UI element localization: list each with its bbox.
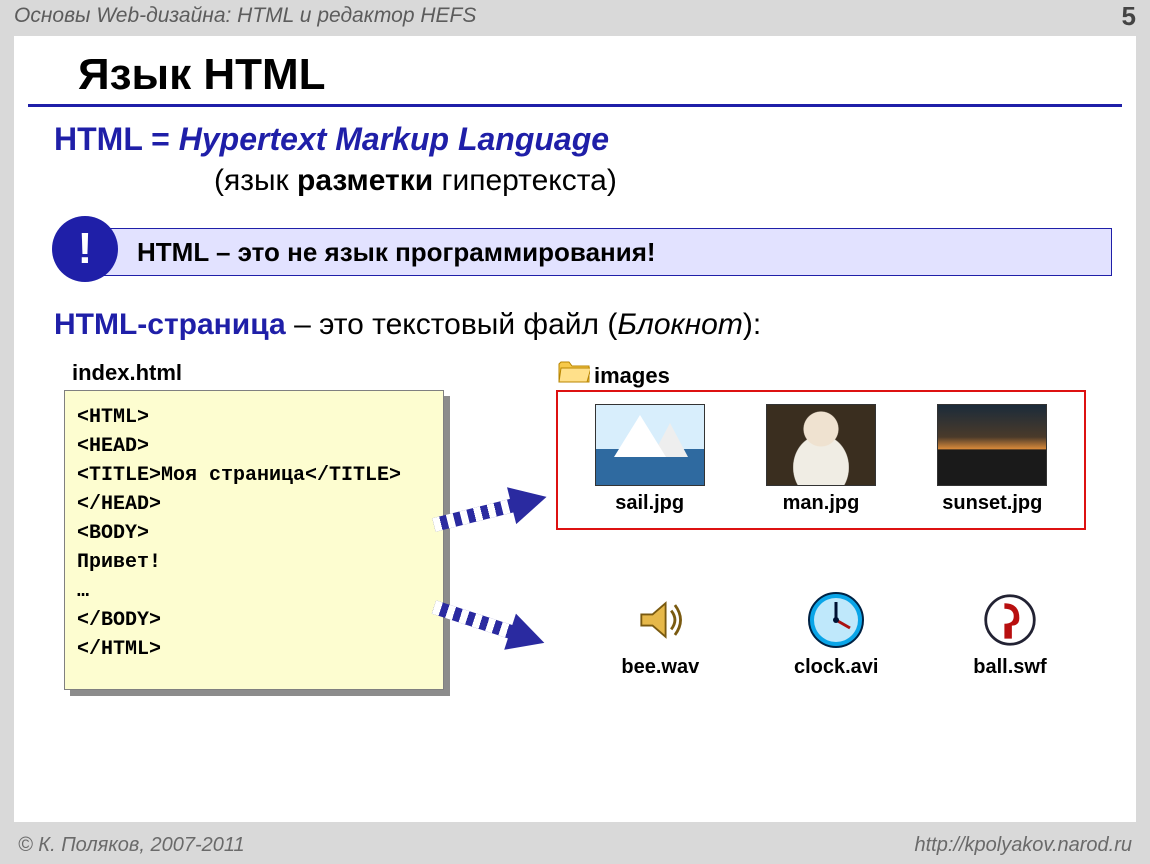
clock-icon	[806, 590, 866, 650]
diagram-area: index.html <HTML> <HEAD> <TITLE>Моя стра…	[64, 360, 1114, 740]
subtitle-bold: разметки	[297, 164, 433, 197]
thumbnail-man	[766, 404, 876, 486]
code-box: <HTML> <HEAD> <TITLE>Моя страница</TITLE…	[64, 390, 444, 690]
speaker-icon	[630, 590, 690, 650]
slide-title: Язык HTML	[28, 36, 1122, 107]
arrow-icon	[429, 593, 552, 659]
folder-icon	[558, 358, 590, 384]
image-filename: sail.jpg	[615, 492, 684, 515]
flash-icon	[980, 590, 1040, 650]
footer-url: http://kpolyakov.narod.ru	[914, 834, 1132, 857]
page-line-rest-b: ):	[743, 308, 761, 341]
callout-text: HTML – это не язык программирования!	[88, 228, 1112, 276]
media-filename: ball.swf	[973, 656, 1046, 679]
image-thumb: man.jpg	[766, 404, 876, 515]
media-item: clock.avi	[794, 590, 879, 679]
page-number: 5	[1122, 1, 1136, 32]
images-folder-label: images	[594, 363, 670, 389]
page-line-italic: Блокнот	[617, 308, 742, 341]
code-filename: index.html	[72, 360, 182, 386]
definition-term: HTML	[54, 121, 142, 157]
presentation-footer: © К. Поляков, 2007-2011 http://kpolyakov…	[0, 826, 1150, 864]
images-folder-box: sail.jpg man.jpg sunset.jpg	[556, 390, 1086, 530]
presentation-header: Основы Web-дизайна: HTML и редактор HEFS…	[0, 0, 1150, 32]
media-filename: bee.wav	[621, 656, 699, 679]
subtitle-paren-close: гипертекста)	[433, 164, 617, 197]
media-item: bee.wav	[621, 590, 699, 679]
subtitle-paren-open: (язык	[214, 164, 297, 197]
html-page-sentence: HTML-страница – это текстовый файл (Блок…	[14, 302, 1136, 352]
footer-copyright: © К. Поляков, 2007-2011	[18, 834, 245, 857]
thumbnail-sunset	[937, 404, 1047, 486]
arrow-icon	[430, 481, 554, 539]
media-row: bee.wav clock.avi	[574, 590, 1094, 679]
exclamation-icon: !	[52, 216, 118, 282]
callout: ! HTML – это не язык программирования!	[28, 222, 1122, 280]
definition-equals: =	[142, 121, 178, 157]
media-filename: clock.avi	[794, 656, 879, 679]
breadcrumb: Основы Web-дизайна: HTML и редактор HEFS	[14, 4, 476, 28]
definition-expansion: Hypertext Markup Language	[179, 121, 609, 157]
image-filename: man.jpg	[783, 492, 860, 515]
page-line-term: HTML-страница	[54, 308, 286, 341]
slide-body: Язык HTML HTML = Hypertext Markup Langua…	[14, 36, 1136, 822]
image-thumb: sunset.jpg	[937, 404, 1047, 515]
media-item: ball.swf	[973, 590, 1046, 679]
definition-subtitle: (язык разметки гипертекста)	[14, 158, 1136, 212]
code-source: <HTML> <HEAD> <TITLE>Моя страница</TITLE…	[77, 403, 431, 664]
thumbnail-sail	[595, 404, 705, 486]
html-definition: HTML = Hypertext Markup Language	[14, 121, 1136, 158]
page-line-rest-a: – это текстовый файл (	[286, 308, 618, 341]
image-filename: sunset.jpg	[942, 492, 1042, 515]
image-thumb: sail.jpg	[595, 404, 705, 515]
